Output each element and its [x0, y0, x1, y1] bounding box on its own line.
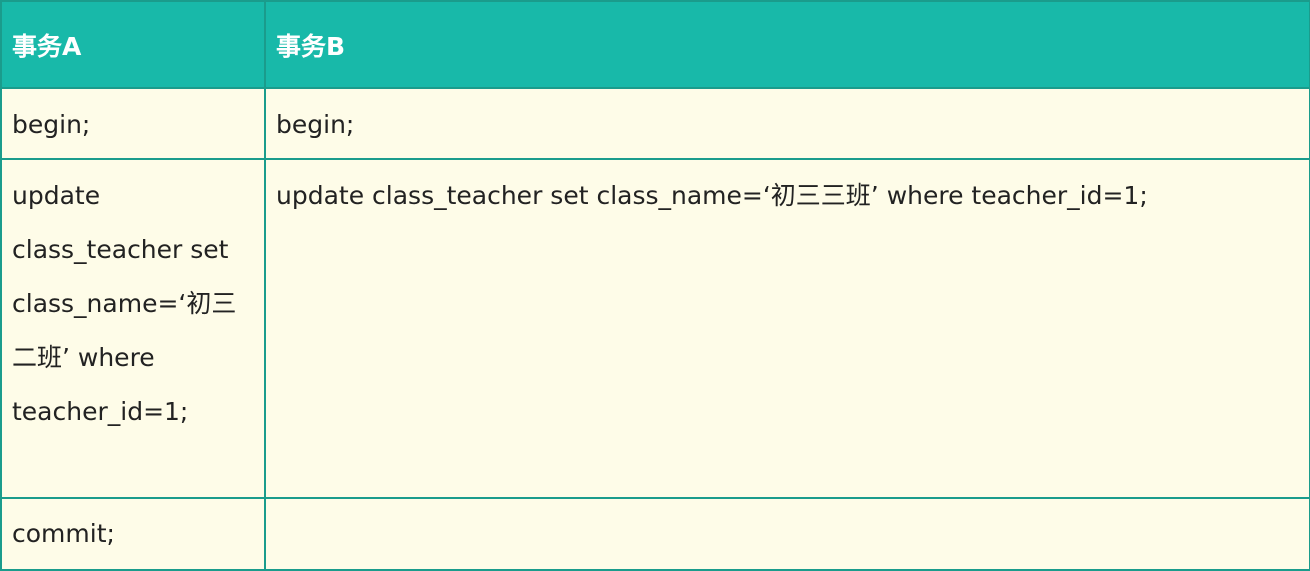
cell-transaction-b: update class_teacher set class_name=‘初三三…	[264, 158, 1310, 499]
cell-text: update class_teacher set class_name=‘初三三…	[276, 181, 1148, 210]
header-transaction-b: 事务B	[264, 0, 1310, 89]
cell-text: commit;	[12, 519, 115, 548]
header-transaction-a: 事务A	[0, 0, 266, 89]
cell-text: begin;	[276, 110, 355, 139]
cell-transaction-a: update class_teacher set class_name=‘初三二…	[0, 158, 266, 499]
cell-transaction-b: begin;	[264, 87, 1310, 160]
header-row: 事务A 事务B	[0, 0, 1310, 89]
cell-text: begin;	[12, 110, 91, 139]
transaction-table: 事务A 事务B begin; begin; update class_teach…	[0, 0, 1310, 571]
table-row: update class_teacher set class_name=‘初三二…	[0, 158, 1310, 499]
table-header: 事务A 事务B	[0, 0, 1310, 89]
table-row: begin; begin;	[0, 87, 1310, 160]
cell-transaction-a: commit;	[0, 497, 266, 571]
table-row: commit;	[0, 497, 1310, 571]
cell-transaction-a: begin;	[0, 87, 266, 160]
cell-text: update class_teacher set class_name=‘初三二…	[12, 181, 237, 426]
table-body: begin; begin; update class_teacher set c…	[0, 87, 1310, 571]
cell-transaction-b	[264, 497, 1310, 571]
